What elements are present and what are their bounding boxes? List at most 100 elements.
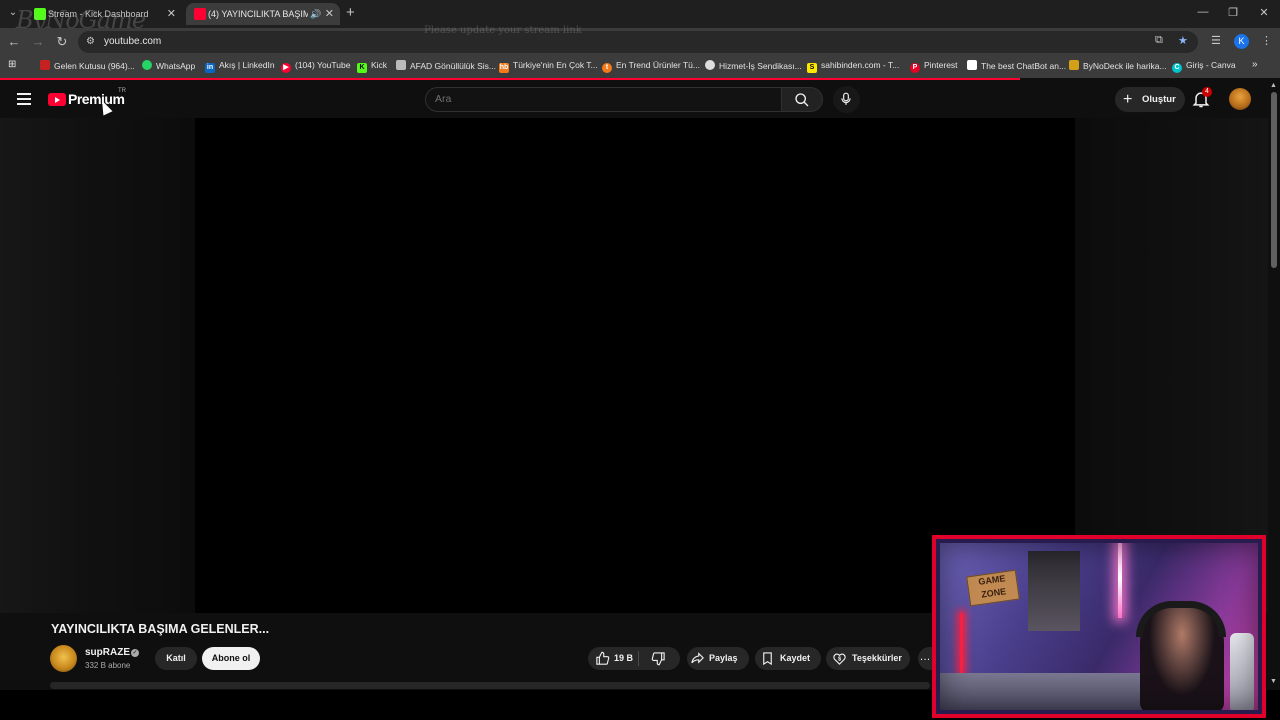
gmail-icon [40, 60, 50, 70]
youtube-masthead: Premium TR Ara + Oluştur 4 [0, 80, 1280, 118]
scroll-up-icon[interactable]: ▲ [1270, 82, 1277, 89]
bookmark-item[interactable]: K Kick [357, 60, 387, 73]
youtube-favicon-icon [194, 8, 206, 20]
thanks-label: Teşekkürler [852, 653, 902, 663]
back-arrow-icon[interactable]: ← [6, 34, 22, 49]
search-button[interactable] [781, 87, 823, 112]
address-url: youtube.com [104, 36, 162, 47]
save-label: Kaydet [780, 653, 811, 663]
trendyol-icon: t [602, 63, 612, 73]
description-box-edge [50, 682, 930, 689]
streamer-webcam-overlay: GAME ZONE [932, 535, 1266, 718]
share-icon [691, 652, 704, 664]
save-icon [763, 652, 772, 666]
share-label: Paylaş [709, 653, 738, 663]
verified-check-icon: ✓ [131, 649, 139, 657]
bookmark-item[interactable]: Hizmet-İş Sendikası... [705, 60, 802, 71]
apps-grid-icon[interactable]: ⊞ [8, 59, 16, 70]
like-count: 19 B [614, 653, 634, 663]
account-avatar[interactable] [1229, 88, 1251, 110]
bookmark-item[interactable]: P Pinterest [910, 60, 958, 73]
sahibinden-icon: S [807, 63, 817, 73]
logo-region-code: TR [118, 88, 126, 94]
search-input[interactable]: Ara [425, 87, 782, 112]
scrollbar-thumb[interactable] [1271, 92, 1277, 268]
kick-icon: K [357, 63, 367, 73]
site-info-icon[interactable]: ⚙ [86, 36, 95, 47]
share-button[interactable]: Paylaş [687, 647, 749, 670]
pinterest-icon: P [910, 63, 920, 73]
tab-title: (4) YAYINCILIKTA BAŞIMA G [208, 9, 308, 19]
plus-icon: + [1123, 91, 1133, 108]
youtube-play-icon [48, 93, 66, 106]
tab-close-icon[interactable]: ✕ [325, 3, 334, 25]
bookmark-item[interactable]: ▶ (104) YouTube [281, 60, 350, 73]
bookmark-item[interactable]: Gelen Kutusu (964)... [40, 60, 135, 71]
search-placeholder: Ara [435, 93, 452, 105]
bookmark-item[interactable]: ByNoDeck ile harika... [1069, 60, 1167, 71]
more-actions-button[interactable]: … [918, 647, 932, 670]
voice-search-button[interactable] [833, 86, 860, 113]
create-label: Oluştur [1142, 94, 1176, 105]
video-title: YAYINCILIKTA BAŞIMA GELENLER... [51, 622, 270, 636]
webcam-vignette [940, 543, 1258, 710]
channel-name[interactable]: supRAZE [85, 647, 130, 658]
bookmark-item[interactable]: C Giriş - Canva [1172, 60, 1236, 73]
mic-icon [841, 92, 851, 105]
page-scrollbar[interactable]: ▲ ▼ [1268, 80, 1280, 690]
subscribe-button[interactable]: Abone ol [202, 647, 260, 670]
dislike-icon[interactable] [651, 651, 666, 666]
channel-avatar[interactable] [50, 645, 77, 672]
search-icon [795, 93, 809, 107]
svg-text:$: $ [838, 656, 842, 662]
install-app-icon[interactable]: ⧉ [1155, 34, 1163, 47]
new-tab-plus-icon[interactable]: + [346, 4, 355, 21]
bookmarks-overflow-icon[interactable]: » [1252, 59, 1258, 70]
profile-avatar[interactable]: K [1234, 34, 1249, 49]
bynodeck-icon [1069, 60, 1079, 70]
youtube-icon: ▶ [281, 63, 291, 73]
notification-count-badge: 4 [1202, 87, 1212, 97]
join-button[interactable]: Katıl [155, 647, 197, 670]
tab-close-icon[interactable]: ✕ [167, 3, 176, 25]
media-controls-icon[interactable]: ☰ [1211, 34, 1221, 47]
bookmark-item[interactable]: t En Trend Ürünler Tü... [602, 60, 700, 73]
chatbot-icon [967, 60, 977, 70]
linkedin-icon: in [205, 63, 215, 73]
subscriber-count: 332 B abone [85, 661, 131, 670]
thanks-button[interactable]: $ Teşekkürler [826, 647, 910, 670]
scroll-down-icon[interactable]: ▼ [1270, 678, 1277, 685]
browser-tab-bar: ⌄ Stream - Kick Dashboard ✕ (4) YAYINCIL… [0, 0, 1280, 34]
globe-icon [705, 60, 715, 70]
whatsapp-icon [142, 60, 152, 70]
tab-youtube-video[interactable]: (4) YAYINCILIKTA BAŞIMA G 🔊 ✕ [186, 3, 340, 25]
restore-icon[interactable]: ❐ [1225, 6, 1241, 19]
save-button[interactable]: Kaydet [755, 647, 821, 670]
browser-toolbar: ← → ↻ ⚙ youtube.com ⧉ ★ ☰ ⋮ [0, 28, 1280, 56]
bookmark-item[interactable]: The best ChatBot an... [967, 60, 1066, 71]
minimize-icon[interactable]: — [1195, 6, 1211, 18]
hepsiburada-icon: hb [499, 63, 509, 73]
logo-text: Premium [68, 91, 125, 107]
window-close-icon[interactable]: ✕ [1256, 6, 1272, 19]
forward-arrow-icon[interactable]: → [30, 34, 46, 49]
create-button[interactable]: + Oluştur [1115, 87, 1185, 112]
like-icon[interactable] [595, 651, 610, 666]
bookmark-item[interactable]: hb Türkiye'nin En Çok T... [499, 60, 598, 73]
kebab-menu-icon[interactable]: ⋮ [1261, 34, 1272, 47]
reload-icon[interactable]: ↻ [54, 34, 70, 50]
like-dislike-group: 19 B [588, 647, 680, 670]
bookmark-item[interactable]: Ssahibinden.com - T... [807, 60, 899, 73]
bookmark-star-icon[interactable]: ★ [1178, 34, 1188, 47]
hamburger-icon[interactable] [17, 93, 31, 108]
webcam-feed: GAME ZONE [940, 543, 1258, 710]
bookmarks-bar: ⊞ Gelen Kutusu (964)... WhatsApp in Akış … [0, 56, 1280, 78]
bookmark-item[interactable]: WhatsApp [142, 60, 195, 71]
bookmark-item[interactable]: AFAD Gönüllülük Sis... [396, 60, 496, 71]
stream-overlay-text: Please update your stream link [424, 25, 582, 36]
bookmark-item[interactable]: in Akış | LinkedIn [205, 60, 275, 73]
like-divider [638, 651, 639, 666]
address-bar[interactable]: ⚙ youtube.com [78, 31, 1198, 53]
speaker-icon[interactable]: 🔊 [310, 3, 321, 25]
canva-icon: C [1172, 63, 1182, 73]
